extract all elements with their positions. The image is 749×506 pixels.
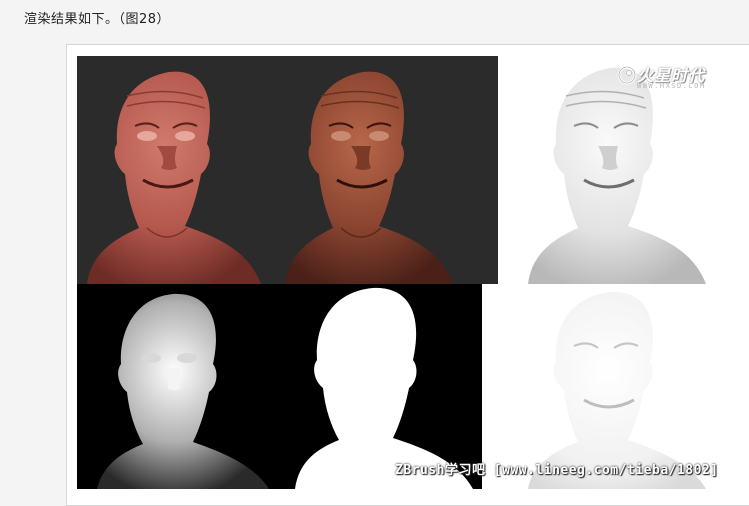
- figure-caption: 渲染结果如下。（图28）: [24, 12, 171, 27]
- depth-pass-render: [97, 293, 269, 489]
- color-render-panel: [77, 56, 498, 284]
- red-bust-render: [87, 71, 261, 284]
- logo-url: WWW.HXSD.COM: [637, 82, 706, 90]
- logo-swirl-icon: [617, 65, 637, 85]
- forum-watermark: ZBrush学习吧 [www.lineeg.com/tieba/1802]: [395, 463, 719, 478]
- site-logo: 火星时代 WWW.HXSD.COM: [617, 62, 725, 92]
- brown-bust-render: [285, 71, 453, 284]
- render-figure: 火星时代 WWW.HXSD.COM ZBrush学习吧 [www.lineeg.…: [77, 56, 727, 489]
